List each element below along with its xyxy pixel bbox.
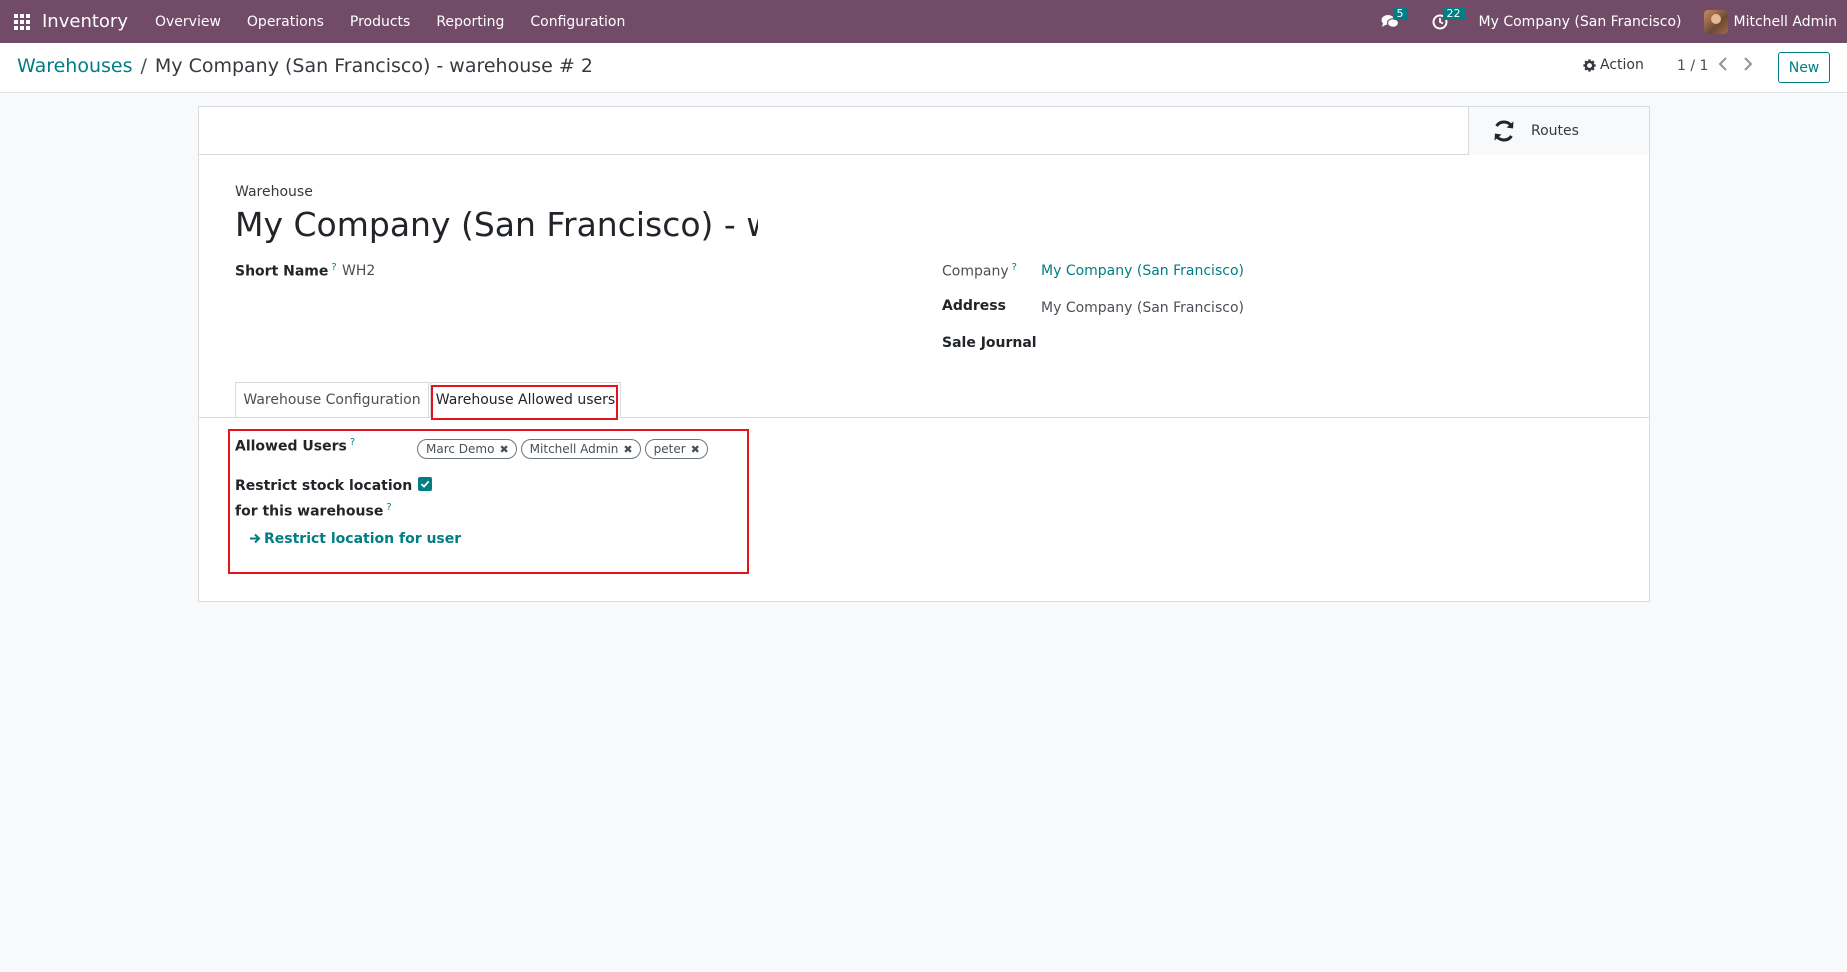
- routes-button[interactable]: Routes: [1468, 107, 1649, 155]
- tab-warehouse-allowed-users[interactable]: Warehouse Allowed users: [430, 382, 621, 418]
- restrict-label-line-1: Restrict stock location: [235, 478, 413, 494]
- user-tag-label: Marc Demo: [426, 442, 495, 456]
- address-field[interactable]: My Company (San Francisco): [1041, 300, 1244, 316]
- nav-item-operations[interactable]: Operations: [247, 14, 324, 30]
- routes-label: Routes: [1531, 123, 1579, 139]
- nav-item-products[interactable]: Products: [350, 14, 410, 30]
- restrict-link-label: Restrict location for user: [264, 531, 462, 547]
- app-name[interactable]: Inventory: [42, 11, 128, 32]
- remove-tag-icon[interactable]: ✖: [691, 443, 700, 456]
- breadcrumb: Warehouses / My Company (San Francisco) …: [17, 55, 593, 77]
- breadcrumb-warehouses-link[interactable]: Warehouses: [17, 55, 133, 77]
- restrict-location-for-user-button[interactable]: Restrict location for user: [249, 531, 461, 547]
- company-field[interactable]: My Company (San Francisco): [1041, 263, 1244, 279]
- help-tooltip-icon[interactable]: ?: [1012, 262, 1017, 273]
- control-panel: Warehouses / My Company (San Francisco) …: [0, 43, 1847, 93]
- user-name: Mitchell Admin: [1733, 13, 1838, 30]
- company-label-text: Company: [942, 263, 1009, 280]
- chevron-right-icon: [1744, 57, 1753, 71]
- activities-button[interactable]: 22: [1429, 6, 1465, 33]
- new-button[interactable]: New: [1778, 52, 1830, 83]
- pager-value[interactable]: 1 / 1: [1677, 58, 1708, 74]
- warehouse-title-label: Warehouse: [235, 184, 313, 200]
- tab-warehouse-configuration[interactable]: Warehouse Configuration: [235, 382, 429, 418]
- smart-button-box: Routes: [199, 107, 1649, 155]
- sale-journal-label: Sale Journal: [942, 335, 1037, 351]
- refresh-icon: [1494, 120, 1514, 142]
- top-navbar: Inventory Overview Operations Products R…: [0, 0, 1847, 43]
- user-tag-label: Mitchell Admin: [529, 442, 619, 456]
- help-tooltip-icon[interactable]: ?: [350, 437, 355, 448]
- remove-tag-icon[interactable]: ✖: [499, 443, 508, 456]
- help-tooltip-icon[interactable]: ?: [331, 262, 336, 273]
- chevron-left-icon: [1718, 57, 1727, 71]
- nav-item-configuration[interactable]: Configuration: [530, 14, 625, 30]
- nav-item-reporting[interactable]: Reporting: [436, 14, 504, 30]
- pager-previous-button[interactable]: [1718, 56, 1728, 75]
- short-name-label: Short Name?: [235, 262, 337, 280]
- action-label: Action: [1600, 57, 1644, 73]
- address-label: Address: [942, 298, 1006, 314]
- company-label: Company?: [942, 262, 1017, 280]
- short-name-label-text: Short Name: [235, 263, 329, 280]
- allowed-users-tags[interactable]: Marc Demo ✖ Mitchell Admin ✖ peter ✖: [417, 439, 712, 459]
- check-icon: [420, 480, 430, 488]
- user-tag: Marc Demo ✖: [417, 439, 517, 459]
- user-tag-label: peter: [653, 442, 686, 456]
- help-tooltip-icon[interactable]: ?: [386, 502, 391, 513]
- navbar-systray: 5 22 My Company (San Francisco) Mitchell…: [1379, 0, 1837, 43]
- action-button[interactable]: Action: [1583, 57, 1644, 73]
- restrict-stock-location-checkbox[interactable]: [418, 477, 432, 491]
- avatar: [1703, 9, 1728, 34]
- restrict-label-line-2: for this warehouse: [235, 503, 384, 520]
- form-sheet: Routes Warehouse My Company (San Francis…: [198, 106, 1650, 602]
- arrow-right-icon: [250, 533, 261, 544]
- pager-next-button[interactable]: [1743, 56, 1753, 75]
- short-name-input[interactable]: WH2: [342, 263, 375, 279]
- restrict-stock-location-label: Restrict stock location for this warehou…: [235, 475, 412, 523]
- user-tag: peter ✖: [644, 439, 708, 459]
- remove-tag-icon[interactable]: ✖: [623, 443, 632, 456]
- activities-badge: 22: [1442, 6, 1465, 20]
- allowed-users-label: Allowed Users?: [235, 437, 355, 455]
- gear-icon: [1583, 58, 1596, 72]
- user-tag: Mitchell Admin ✖: [520, 439, 641, 459]
- company-switcher[interactable]: My Company (San Francisco): [1479, 14, 1682, 30]
- breadcrumb-current: My Company (San Francisco) - warehouse #…: [154, 55, 593, 77]
- breadcrumb-separator: /: [140, 55, 147, 77]
- messages-badge: 5: [1392, 6, 1408, 20]
- warehouse-name-input[interactable]: My Company (San Francisco) - warehouse #…: [235, 205, 758, 251]
- user-menu[interactable]: Mitchell Admin: [1703, 9, 1838, 34]
- messages-button[interactable]: 5: [1379, 6, 1408, 33]
- nav-item-overview[interactable]: Overview: [155, 14, 221, 30]
- allowed-users-label-text: Allowed Users: [235, 438, 347, 455]
- apps-menu-icon[interactable]: [14, 13, 30, 30]
